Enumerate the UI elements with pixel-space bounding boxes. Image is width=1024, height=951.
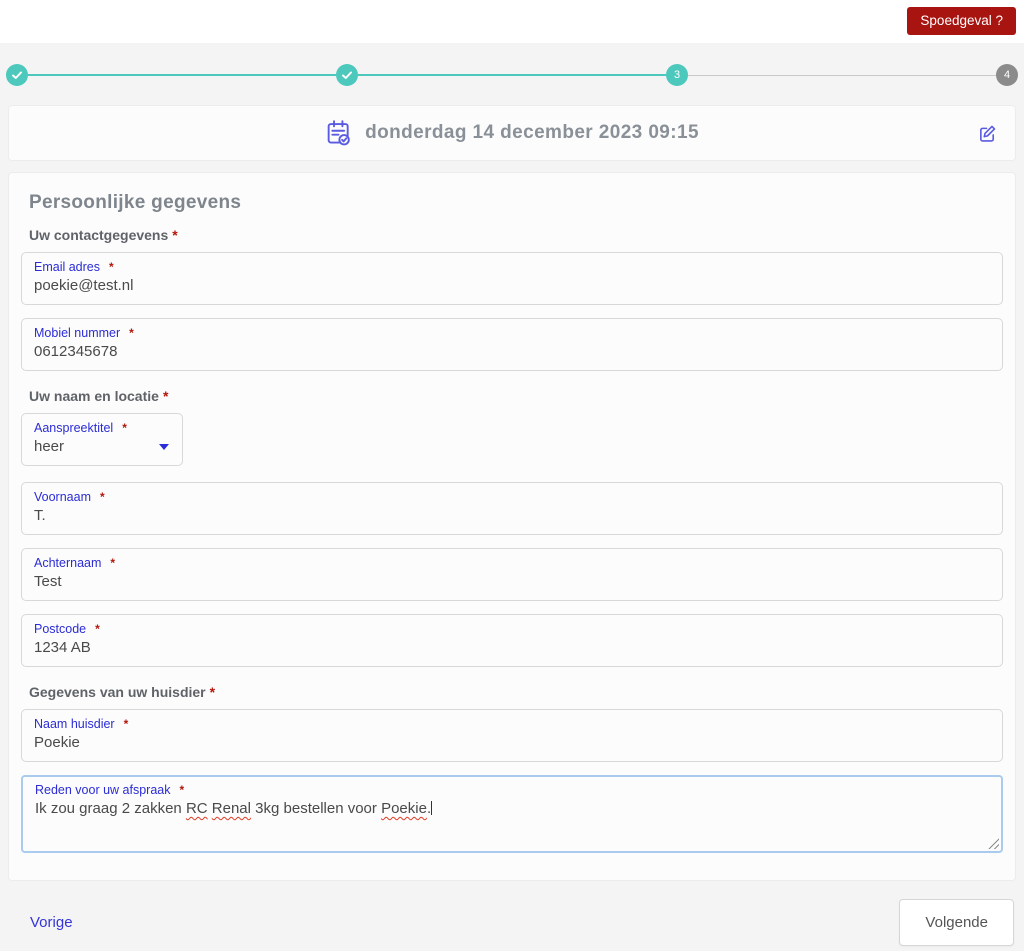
mobile-field[interactable]: Mobiel nummer * 0612345678 [21, 318, 1003, 371]
textarea-resize-handle[interactable] [988, 838, 999, 849]
misspelled-word: Poekie [381, 800, 427, 817]
reason-textarea[interactable]: Reden voor uw afspraak * Ik zou graag 2 z… [21, 775, 1003, 853]
appointment-datetime-text: donderdag 14 december 2023 09:15 [365, 122, 699, 143]
misspelled-word: Renal [211, 800, 251, 817]
step-number: 3 [673, 69, 681, 81]
required-asterisk: * [179, 783, 185, 797]
check-icon [11, 69, 23, 81]
first-name-field-label: Voornaam * [34, 490, 105, 504]
salutation-select[interactable]: Aanspreektitel * heer [21, 413, 183, 466]
required-asterisk: * [110, 556, 116, 570]
required-asterisk: * [109, 260, 114, 274]
salutation-select-label: Aanspreektitel * [34, 421, 127, 435]
reason-textarea-value[interactable]: Ik zou graag 2 zakken RC Renal 3kg beste… [35, 799, 989, 818]
step-number: 4 [1003, 69, 1011, 81]
chevron-down-icon[interactable] [159, 444, 169, 450]
check-icon [341, 69, 353, 81]
form-title: Persoonlijke gegevens [29, 192, 242, 213]
required-asterisk: * [209, 684, 216, 700]
section-label-pet: Gegevens van uw huisdier * [29, 684, 216, 700]
email-field[interactable]: Email adres * poekie@test.nl [21, 252, 1003, 305]
text-cursor [431, 801, 433, 815]
first-name-field[interactable]: Voornaam * T. [21, 482, 1003, 535]
page-canvas: 3 4 donderdag 14 december 2023 09:15 Per… [0, 43, 1024, 951]
progress-stepper: 3 4 [0, 60, 1024, 90]
step-4-upcoming: 4 [996, 64, 1018, 86]
edit-datetime-button[interactable] [978, 124, 997, 143]
top-bar: Spoedgeval ? [0, 0, 1024, 43]
required-asterisk: * [172, 227, 178, 243]
email-field-label: Email adres * [34, 260, 114, 274]
calendar-check-icon [325, 119, 352, 147]
last-name-field[interactable]: Achternaam * Test [21, 548, 1003, 601]
required-asterisk: * [99, 490, 105, 504]
mobile-field-label: Mobiel nummer * [34, 326, 134, 340]
form-footer: Vorige Volgende [0, 881, 1024, 951]
next-button[interactable]: Volgende [899, 899, 1014, 946]
step-connector-2 [358, 74, 666, 76]
pet-name-field-label: Naam huisdier * [34, 717, 129, 731]
first-name-field-value[interactable]: T. [34, 506, 990, 525]
postcode-field-label: Postcode * [34, 622, 100, 636]
postcode-field-value[interactable]: 1234 AB [34, 638, 990, 657]
section-label-contact: Uw contactgegevens * [29, 227, 178, 243]
section-label-name-location: Uw naam en locatie * [29, 388, 169, 404]
step-connector-3 [688, 74, 996, 76]
required-asterisk: * [95, 622, 100, 636]
required-asterisk: * [162, 388, 169, 404]
required-asterisk: * [123, 717, 129, 731]
last-name-field-label: Achternaam * [34, 556, 116, 570]
mobile-field-value[interactable]: 0612345678 [34, 342, 990, 361]
required-asterisk: * [129, 326, 134, 340]
reason-textarea-label: Reden voor uw afspraak * [35, 783, 185, 797]
email-field-value[interactable]: poekie@test.nl [34, 276, 990, 295]
last-name-field-value[interactable]: Test [34, 572, 990, 591]
required-asterisk: * [122, 421, 127, 435]
salutation-selected-value[interactable]: heer [34, 437, 170, 456]
emergency-button[interactable]: Spoedgeval ? [907, 7, 1016, 35]
personal-details-form: Persoonlijke gegevens Uw contactgegevens… [8, 172, 1016, 881]
previous-link[interactable]: Vorige [30, 914, 73, 931]
edit-icon [978, 125, 997, 146]
postcode-field[interactable]: Postcode * 1234 AB [21, 614, 1003, 667]
step-connector-1 [28, 74, 336, 76]
pet-name-field[interactable]: Naam huisdier * Poekie [21, 709, 1003, 762]
step-3-active[interactable]: 3 [666, 64, 688, 86]
appointment-datetime-bar: donderdag 14 december 2023 09:15 [8, 105, 1016, 161]
step-2-done[interactable] [336, 64, 358, 86]
pet-name-field-value[interactable]: Poekie [34, 733, 990, 752]
misspelled-word: RC [185, 800, 208, 817]
step-1-done[interactable] [6, 64, 28, 86]
